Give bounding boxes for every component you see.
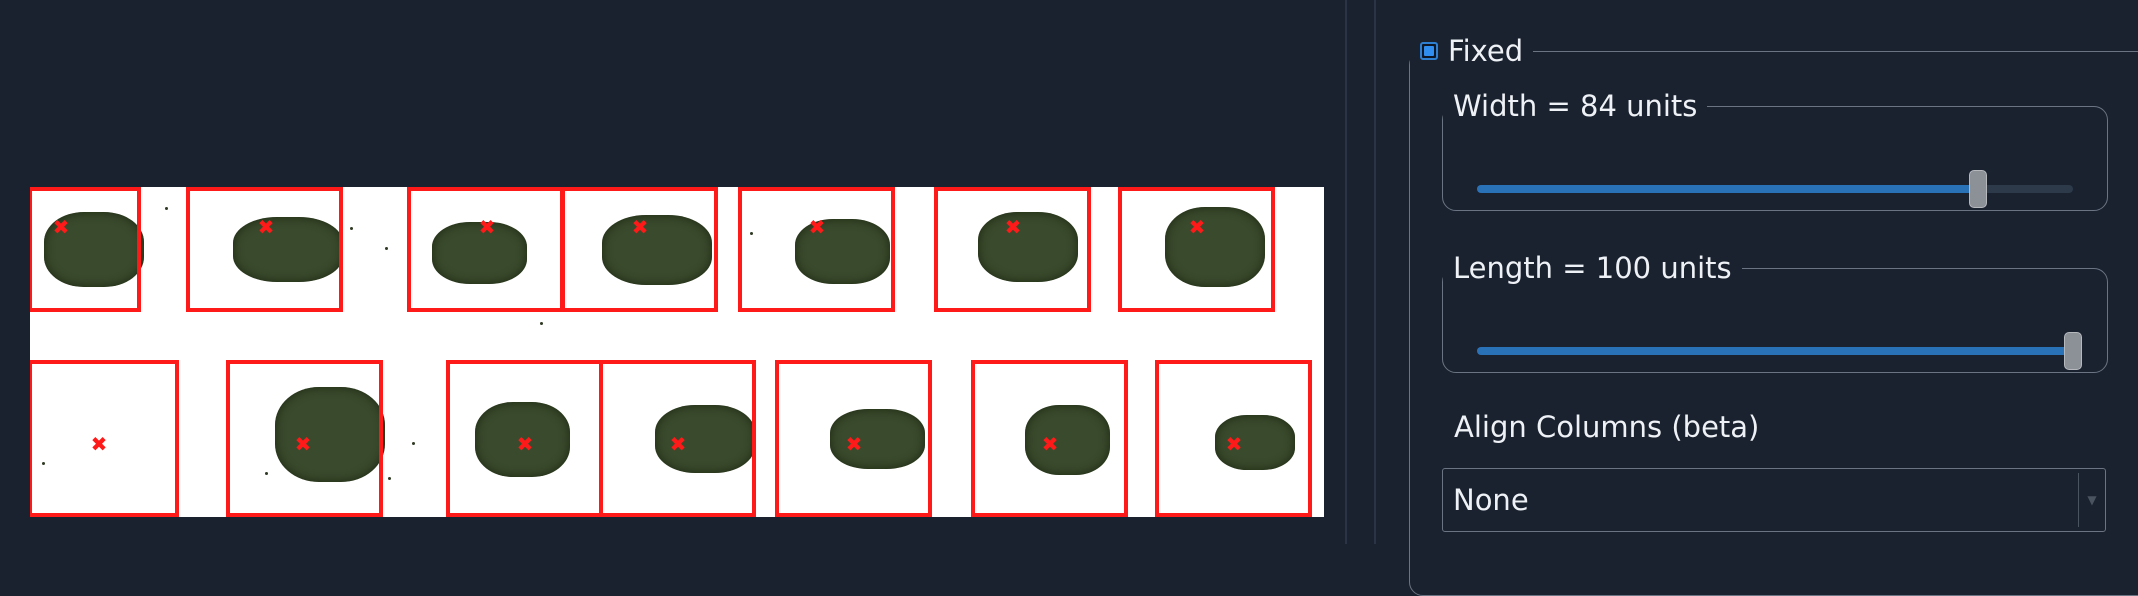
length-group: Length = 100 units <box>1442 251 2108 373</box>
image-strip: ✖ ✖ ✖ ✖ ✖ ✖ ✖ ✖ ✖ ✖ ✖ ✖ ✖ ✖ <box>30 187 1324 517</box>
width-label: Width = 84 units <box>1453 89 1698 123</box>
center-marker-icon: ✖ <box>631 215 649 239</box>
settings-panel: Fixed Width = 84 units Length = 100 unit… <box>1376 0 2138 596</box>
length-slider[interactable] <box>1477 332 2082 370</box>
center-marker-icon: ✖ <box>294 432 312 456</box>
detection-box[interactable] <box>407 187 564 312</box>
align-columns-select[interactable]: None ▼ <box>1442 468 2106 532</box>
align-columns-value: None <box>1453 483 1529 517</box>
width-slider-fill <box>1477 185 1978 193</box>
panel-divider <box>1345 0 1347 544</box>
image-viewer: ✖ ✖ ✖ ✖ ✖ ✖ ✖ ✖ ✖ ✖ ✖ ✖ ✖ ✖ <box>0 0 1345 544</box>
detection-box[interactable] <box>186 187 343 312</box>
speck <box>540 322 543 325</box>
center-marker-icon: ✖ <box>1188 215 1206 239</box>
fixed-label: Fixed <box>1448 34 1524 68</box>
fixed-checkbox-icon[interactable] <box>1420 42 1438 60</box>
center-marker-icon: ✖ <box>1004 215 1022 239</box>
speck <box>165 207 168 210</box>
chevron-down-icon[interactable]: ▼ <box>2078 473 2105 527</box>
center-marker-icon: ✖ <box>478 215 496 239</box>
speck <box>388 477 391 480</box>
center-marker-icon: ✖ <box>257 215 275 239</box>
center-marker-icon: ✖ <box>1041 432 1059 456</box>
length-label: Length = 100 units <box>1453 251 1732 285</box>
center-marker-icon: ✖ <box>516 432 534 456</box>
speck <box>385 247 388 250</box>
length-slider-handle[interactable] <box>2064 332 2082 370</box>
length-slider-fill <box>1477 347 2073 355</box>
center-marker-icon: ✖ <box>90 432 108 456</box>
detection-box[interactable] <box>1118 187 1275 312</box>
align-columns-label: Align Columns (beta) <box>1454 410 1760 444</box>
center-marker-icon: ✖ <box>808 215 826 239</box>
width-slider[interactable] <box>1477 170 2073 208</box>
detection-box[interactable] <box>30 187 141 312</box>
speck <box>412 442 415 445</box>
detection-box[interactable] <box>738 187 895 312</box>
width-slider-handle[interactable] <box>1968 170 1987 208</box>
width-group: Width = 84 units <box>1442 89 2108 211</box>
speck <box>350 227 353 230</box>
fixed-legend: Fixed <box>1410 34 1533 68</box>
center-marker-icon: ✖ <box>52 215 70 239</box>
detection-box[interactable] <box>934 187 1091 312</box>
center-marker-icon: ✖ <box>669 432 687 456</box>
center-marker-icon: ✖ <box>845 432 863 456</box>
detection-box[interactable] <box>561 187 718 312</box>
center-marker-icon: ✖ <box>1225 432 1243 456</box>
